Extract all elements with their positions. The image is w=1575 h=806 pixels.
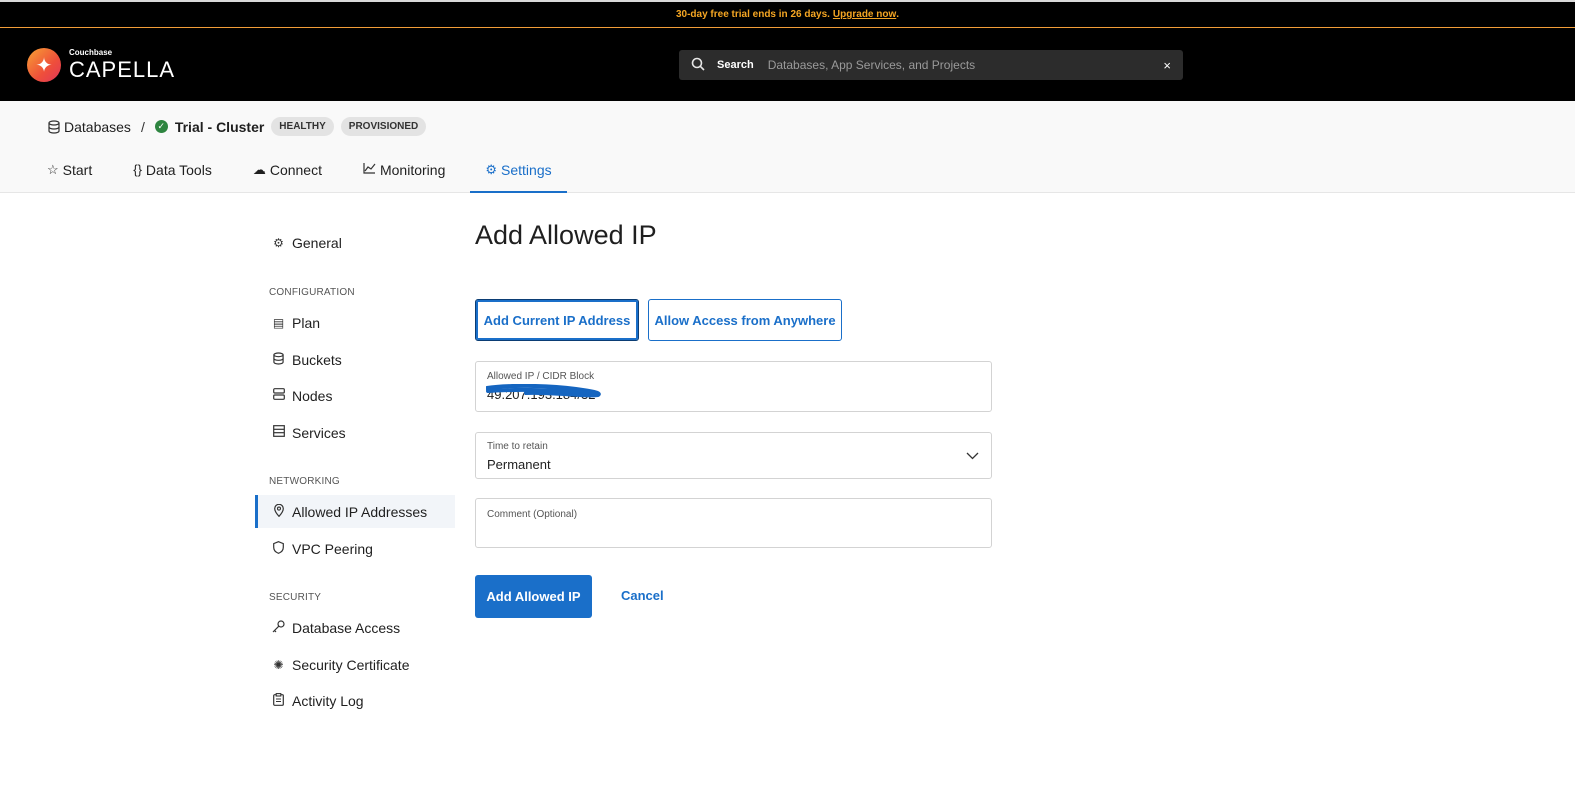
close-icon[interactable]: × bbox=[1163, 58, 1171, 73]
sidebar-item-general[interactable]: ⚙ General bbox=[255, 226, 455, 259]
sidebar-item-database-access[interactable]: Database Access bbox=[255, 611, 455, 644]
breadcrumb-separator: / bbox=[140, 118, 145, 135]
time-to-retain-label: Time to retain bbox=[487, 441, 548, 452]
location-pin-icon bbox=[272, 503, 285, 520]
chevron-down-icon bbox=[966, 447, 979, 463]
cancel-button[interactable]: Cancel bbox=[621, 588, 664, 603]
sidebar-group-networking: NETWORKING bbox=[269, 476, 340, 487]
logo-product-text: CAPELLA bbox=[69, 57, 176, 82]
server-icon bbox=[272, 388, 285, 403]
time-to-retain-select[interactable]: Time to retain Permanent bbox=[475, 432, 992, 479]
status-badge-provisioned: PROVISIONED bbox=[340, 117, 427, 136]
sidebar-item-label: Nodes bbox=[292, 387, 333, 404]
sidebar-item-security-certificate[interactable]: ✺ Security Certificate bbox=[255, 648, 455, 681]
key-icon bbox=[272, 619, 285, 636]
sidebar-item-label: Buckets bbox=[292, 351, 342, 368]
search-label: Search bbox=[717, 59, 754, 71]
sidebar-item-services[interactable]: Services bbox=[255, 416, 455, 449]
breadcrumb-databases-label: Databases bbox=[64, 118, 131, 135]
sidebar-group-configuration: CONFIGURATION bbox=[269, 287, 355, 298]
sidebar-item-label: Database Access bbox=[292, 619, 401, 636]
sidebar-item-label: Allowed IP Addresses bbox=[292, 503, 428, 520]
tab-connect[interactable]: ☁ Connect bbox=[252, 162, 323, 193]
tab-start[interactable]: ☆ Start bbox=[46, 162, 93, 193]
cluster-name: Trial - Cluster bbox=[174, 118, 265, 135]
sidebar-item-label: General bbox=[292, 234, 342, 251]
sidebar-item-allowed-ip[interactable]: Allowed IP Addresses bbox=[255, 495, 455, 528]
capella-logo[interactable]: ✦ Couchbase CAPELLA bbox=[27, 48, 175, 82]
healthy-check-icon: ✓ bbox=[154, 120, 168, 133]
cluster-header: Databases / ✓ Trial - Cluster HEALTHY PR… bbox=[0, 101, 1575, 193]
cluster-tabs: ☆ Start {} Data Tools ☁ Connect Monitori… bbox=[46, 162, 606, 193]
top-bar: ✦ Couchbase CAPELLA Search × bbox=[0, 28, 1575, 101]
time-to-retain-value: Permanent bbox=[487, 457, 551, 472]
star-icon: ☆ bbox=[47, 162, 59, 177]
sidebar-item-plan[interactable]: ▤ Plan bbox=[255, 306, 455, 339]
certificate-icon: ✺ bbox=[273, 657, 284, 672]
braces-icon: {} bbox=[133, 162, 142, 177]
sidebar-item-buckets[interactable]: Buckets bbox=[255, 343, 455, 376]
allow-access-anywhere-button[interactable]: Allow Access from Anywhere bbox=[648, 299, 842, 341]
services-icon bbox=[272, 425, 285, 440]
sidebar-group-security: SECURITY bbox=[269, 592, 322, 603]
trial-banner: 30-day free trial ends in 26 days. Upgra… bbox=[0, 0, 1575, 28]
page-title: Add Allowed IP bbox=[475, 220, 657, 250]
tab-settings-label: Settings bbox=[501, 162, 552, 178]
database-icon bbox=[272, 351, 285, 368]
tab-settings[interactable]: ⚙ Settings bbox=[470, 162, 567, 193]
add-current-ip-button[interactable]: Add Current IP Address bbox=[475, 299, 639, 341]
tab-connect-label: Connect bbox=[269, 162, 322, 178]
cloud-link-icon: ☁ bbox=[252, 162, 266, 177]
capella-logo-icon: ✦ bbox=[27, 48, 61, 82]
comment-field[interactable]: Comment (Optional) bbox=[475, 498, 992, 548]
add-allowed-ip-button[interactable]: Add Allowed IP bbox=[475, 575, 592, 618]
chart-icon bbox=[363, 162, 376, 177]
search-input[interactable] bbox=[767, 58, 1164, 72]
sidebar-item-label: Security Certificate bbox=[292, 656, 410, 673]
logo-company-text: Couchbase bbox=[69, 48, 113, 57]
allowed-ip-label: Allowed IP / CIDR Block bbox=[487, 371, 595, 382]
tab-data-tools[interactable]: {} Data Tools bbox=[132, 162, 213, 193]
trial-banner-suffix: . bbox=[896, 9, 900, 20]
gear-icon: ⚙ bbox=[273, 235, 284, 250]
clipboard-icon bbox=[272, 692, 285, 709]
sidebar-item-vpc-peering[interactable]: VPC Peering bbox=[255, 532, 455, 565]
breadcrumb-databases[interactable]: Databases bbox=[48, 119, 131, 135]
comment-label: Comment (Optional) bbox=[487, 509, 578, 520]
tab-data-tools-label: Data Tools bbox=[145, 162, 212, 178]
sidebar-item-activity-log[interactable]: Activity Log bbox=[255, 684, 455, 717]
gear-icon: ⚙ bbox=[485, 162, 498, 177]
tab-monitoring[interactable]: Monitoring bbox=[362, 162, 446, 193]
redaction-scribble bbox=[486, 384, 601, 398]
upgrade-now-link[interactable]: Upgrade now bbox=[833, 9, 896, 20]
search-icon bbox=[691, 57, 707, 74]
database-icon bbox=[48, 119, 60, 134]
shield-icon bbox=[272, 540, 285, 557]
tab-start-label: Start bbox=[62, 162, 93, 178]
tab-monitoring-label: Monitoring bbox=[379, 162, 446, 178]
plan-icon: ▤ bbox=[272, 315, 285, 330]
allowed-ip-field[interactable]: Allowed IP / CIDR Block 49.207.193.184/3… bbox=[475, 361, 992, 412]
sidebar-item-label: Plan bbox=[292, 314, 321, 331]
trial-banner-text: 30-day free trial ends in 26 days. bbox=[675, 9, 830, 20]
sidebar-item-nodes[interactable]: Nodes bbox=[255, 379, 455, 412]
sidebar-item-label: Services bbox=[292, 424, 346, 441]
sidebar-item-label: VPC Peering bbox=[292, 540, 373, 557]
sidebar-item-label: Activity Log bbox=[292, 692, 364, 709]
status-badge-healthy: HEALTHY bbox=[271, 117, 334, 136]
breadcrumb: Databases / ✓ Trial - Cluster HEALTHY PR… bbox=[48, 117, 427, 136]
global-search[interactable]: Search × bbox=[679, 50, 1183, 80]
